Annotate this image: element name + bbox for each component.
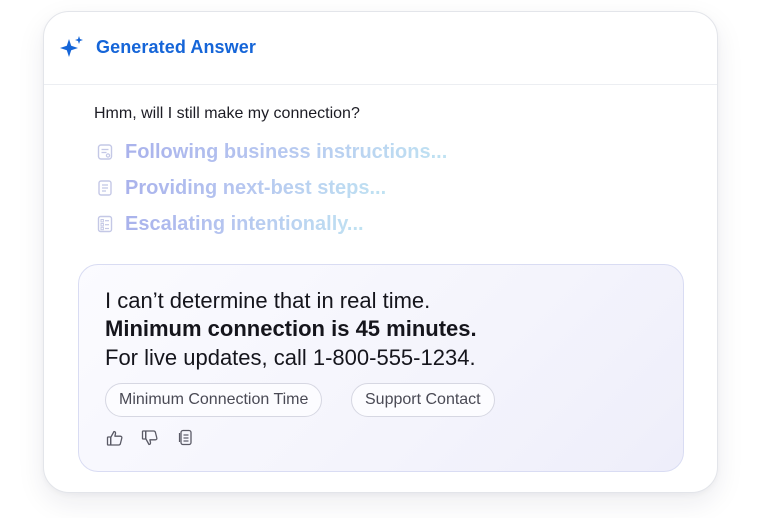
header-title: Generated Answer [96, 37, 256, 57]
step-following-instructions: Following business instructions... [96, 139, 447, 165]
step-label: Providing next-best steps... [125, 176, 387, 199]
copy-icon[interactable] [177, 429, 195, 447]
thumbs-up-icon[interactable] [106, 429, 124, 447]
answer-line-3: For live updates, call 1-800-555-1234. [105, 345, 476, 370]
step-escalating: Escalating intentionally... [96, 211, 364, 237]
step-label: Escalating intentionally... [125, 212, 364, 235]
document-lines-icon [98, 180, 112, 196]
checklist-icon [97, 215, 113, 233]
answer-line-1: I can’t determine that in real time. [105, 288, 431, 313]
answer-box: I can’t determine that in real time. Min… [78, 264, 684, 472]
chip-support-contact[interactable]: Support Contact [351, 383, 495, 417]
generated-answer-card: Generated Answer Hmm, will I still make … [43, 11, 718, 493]
user-question: Hmm, will I still make my connection? [94, 105, 360, 122]
step-next-best-steps: Providing next-best steps... [96, 175, 386, 201]
chip-minimum-connection-time[interactable]: Minimum Connection Time [105, 383, 323, 417]
document-list-icon [97, 144, 113, 160]
sparkle-icon [60, 36, 83, 57]
thumbs-down-icon[interactable] [141, 429, 159, 447]
answer-line-2: Minimum connection is 45 minutes. [105, 316, 477, 341]
step-label: Following business instructions... [125, 140, 448, 163]
card-header: Generated Answer [44, 12, 717, 85]
